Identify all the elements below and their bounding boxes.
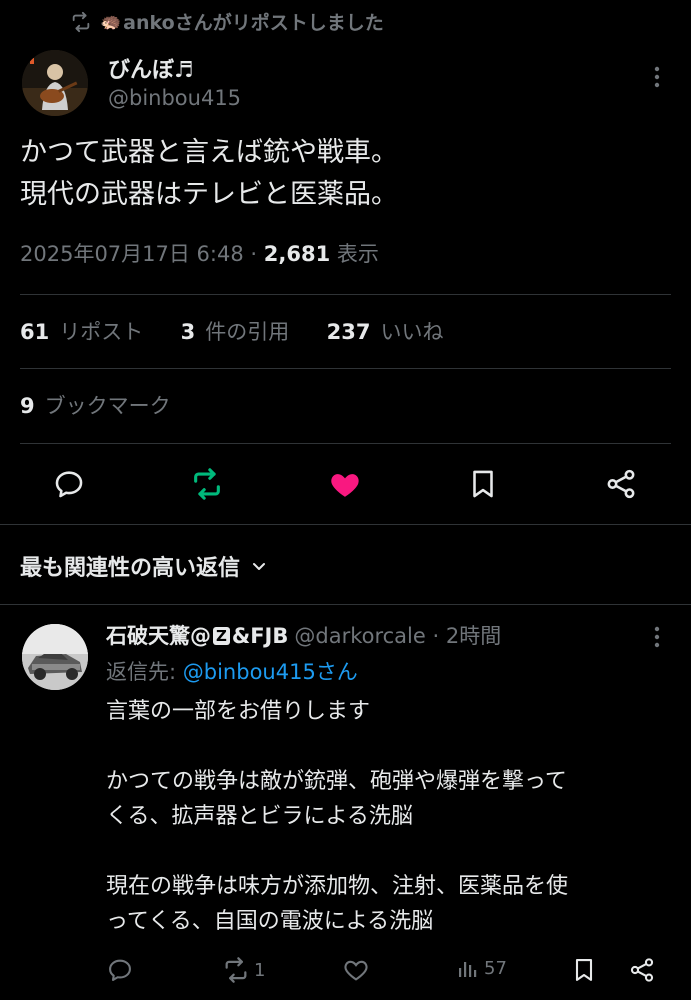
- reply-text-line: ってくる、自国の電波による洗脳: [106, 909, 434, 934]
- engagement-stats: 61 リポスト 3 件の引用 237 いいね: [20, 316, 443, 346]
- reply-separator: ·: [432, 624, 440, 648]
- reply-text-line: [106, 834, 686, 869]
- quotes-label: 件の引用: [205, 320, 290, 344]
- reply-views-count: 57: [484, 957, 507, 979]
- reply-views-button[interactable]: 57: [456, 956, 507, 980]
- reply-text-line: くる、拡声器とビラによる洗脳: [106, 804, 413, 829]
- meta-separator: ·: [250, 242, 258, 266]
- avatar-image: [22, 624, 88, 690]
- quotes-count: 3: [180, 320, 196, 344]
- reply-reply-button[interactable]: [106, 956, 134, 984]
- reposts-count: 61: [20, 320, 50, 344]
- views-label: 表示: [336, 242, 379, 266]
- author-avatar[interactable]: [22, 50, 88, 116]
- views-icon: [459, 962, 477, 977]
- bookmarks-label: ブックマーク: [44, 394, 171, 418]
- bookmarks-count: 9: [20, 394, 35, 418]
- reply-author-avatar[interactable]: [22, 624, 88, 690]
- reply-icon[interactable]: [52, 467, 86, 501]
- bookmarks-stat[interactable]: 9 ブックマーク: [20, 390, 171, 420]
- tweet-text-line: かつて武器と言えば銃や戦車。: [20, 137, 398, 168]
- reply-text-line: 現在の戦争は味方が添加物、注射、医薬品を使: [106, 874, 569, 899]
- reply-like-button[interactable]: [342, 956, 370, 984]
- divider: [20, 443, 671, 444]
- like-icon[interactable]: [328, 467, 362, 501]
- reply-text-line: [106, 729, 686, 764]
- tweet-detail-page: 🦔 ankoさんがリポストしました びんぼ♬ @binbou415 かつて武器と…: [0, 0, 691, 1000]
- section-divider: [0, 524, 691, 525]
- repost-indicator[interactable]: 🦔 ankoさんがリポストしました: [70, 8, 384, 35]
- reply-to-line: 返信先: @binbou415さん: [106, 656, 358, 686]
- divider: [20, 294, 671, 295]
- chevron-down-icon: [253, 563, 266, 570]
- tweet-text-line: 現代の武器はテレビと医薬品。: [20, 179, 398, 210]
- bookmark-icon[interactable]: [466, 467, 500, 501]
- likes-count: 237: [326, 320, 371, 344]
- repost-button-icon[interactable]: [190, 467, 224, 501]
- author-handle[interactable]: @binbou415: [108, 86, 241, 110]
- reply-text-line: 言葉の一部をお借りします: [106, 699, 371, 724]
- reply-share-button[interactable]: [628, 956, 656, 984]
- tweet-text: かつて武器と言えば銃や戦車。 現代の武器はテレビと医薬品。: [20, 132, 670, 216]
- reply-actions: 1 57: [0, 956, 691, 990]
- reply-author-name-suffix: &FJB: [231, 624, 289, 648]
- reply-author-name-prefix: 石破天驚@: [106, 624, 211, 648]
- replies-sort-label: 最も関連性の高い返信: [20, 556, 241, 581]
- share-icon: [630, 958, 654, 982]
- likes-label: いいね: [380, 320, 444, 344]
- avatar-image: [22, 50, 88, 116]
- bookmark-icon: [575, 959, 593, 981]
- reply-author-line[interactable]: 石破天驚@ Z &FJB @darkorcale · 2時間: [106, 620, 501, 650]
- reply-time[interactable]: 2時間: [446, 624, 501, 648]
- reply-icon: [109, 959, 131, 981]
- reply-to-label: 返信先:: [106, 660, 177, 684]
- hedgehog-emoji: 🦔: [100, 11, 122, 32]
- author-name[interactable]: びんぼ♬: [108, 52, 194, 84]
- views-count: 2,681: [263, 242, 331, 266]
- repost-icon: [225, 957, 247, 983]
- z-badge: Z: [213, 627, 230, 645]
- quotes-stat[interactable]: 3 件の引用: [181, 320, 290, 344]
- section-divider: [0, 604, 691, 605]
- likes-stat[interactable]: 237 いいね: [327, 320, 444, 344]
- reply-to-mention[interactable]: @binbou415さん: [183, 660, 358, 684]
- heart-icon: [344, 960, 368, 981]
- repost-icon: [72, 11, 90, 32]
- reply-more-options-icon[interactable]: [647, 624, 667, 650]
- repost-indicator-label: ankoさんがリポストしました: [123, 12, 384, 34]
- reply-bookmark-button[interactable]: [570, 956, 598, 984]
- reply-text-line: かつての戦争は敵が銃弾、砲弾や爆弾を撃って: [106, 769, 567, 794]
- reposts-label: リポスト: [59, 320, 144, 344]
- replies-sort-dropdown[interactable]: 最も関連性の高い返信: [20, 550, 268, 582]
- share-icon[interactable]: [604, 467, 638, 501]
- reply-text: 言葉の一部をお借りします かつての戦争は敵が銃弾、砲弾や爆弾を撃って くる、拡声…: [106, 694, 686, 939]
- reply-repost-count: 1: [254, 959, 266, 981]
- reply-author-handle: @darkorcale: [294, 624, 426, 648]
- tweet-timestamp[interactable]: 2025年07月17日 6:48: [20, 242, 244, 266]
- divider: [20, 368, 671, 369]
- tweet-meta: 2025年07月17日 6:48 · 2,681 表示: [20, 238, 379, 268]
- more-options-icon[interactable]: [647, 64, 667, 90]
- reply-repost-button[interactable]: 1: [222, 956, 265, 984]
- reposts-stat[interactable]: 61 リポスト: [20, 320, 143, 344]
